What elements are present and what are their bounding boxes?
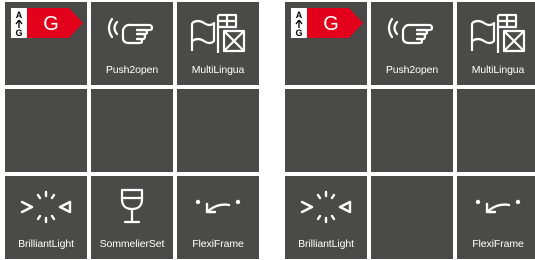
tile-empty [177,89,259,172]
flags-icon [457,10,535,56]
tile-label: SommelierSet [99,238,165,250]
flexi-frame-icon [177,184,259,230]
energy-class-icon: A G G [11,8,83,38]
energy-grade: G [43,13,59,35]
tile-flexiframe[interactable]: FlexiFrame [177,176,259,259]
tile-empty [371,176,453,259]
tile-sommelierset[interactable]: SommelierSet [91,176,173,259]
wine-glass-icon [91,184,173,230]
energy-scale-bottom: G [15,28,22,38]
energy-scale-top: A [296,10,303,20]
energy-grade: G [323,13,339,35]
light-icon [5,184,87,230]
feature-panel-right: A G G Push2open MultiLingua BrilliantLig… [285,2,535,259]
tile-label: MultiLingua [191,64,245,76]
feature-panel-left: A G G Push2open MultiLingua BrilliantLig… [5,2,260,259]
tile-multilingua[interactable]: MultiLingua [457,2,535,85]
tile-energy-class[interactable]: A G G [285,2,367,85]
tile-empty [457,89,535,172]
push-hand-icon [91,10,173,56]
tile-brilliantlight[interactable]: BrilliantLight [5,176,87,259]
tile-empty [371,89,453,172]
tile-empty [91,89,173,172]
energy-scale-top: A [16,10,23,20]
tile-label: FlexiFrame [472,238,524,250]
tile-empty [5,89,87,172]
tile-multilingua[interactable]: MultiLingua [177,2,259,85]
tile-label: Push2open [385,64,439,76]
energy-scale-bottom: G [295,28,302,38]
tile-label: BrilliantLight [18,238,74,250]
tile-label: BrilliantLight [298,238,354,250]
tile-label: Push2open [105,64,159,76]
tile-brilliantlight[interactable]: BrilliantLight [285,176,367,259]
tile-push2open[interactable]: Push2open [91,2,173,85]
flags-icon [177,10,259,56]
tile-flexiframe[interactable]: FlexiFrame [457,176,535,259]
flexi-frame-icon [457,184,535,230]
light-icon [285,184,367,230]
tile-energy-class[interactable]: A G G [5,2,87,85]
tile-label: MultiLingua [471,64,525,76]
push-hand-icon [371,10,453,56]
tile-push2open[interactable]: Push2open [371,2,453,85]
energy-class-icon: A G G [291,8,363,38]
tile-empty [285,89,367,172]
tile-label: FlexiFrame [192,238,244,250]
